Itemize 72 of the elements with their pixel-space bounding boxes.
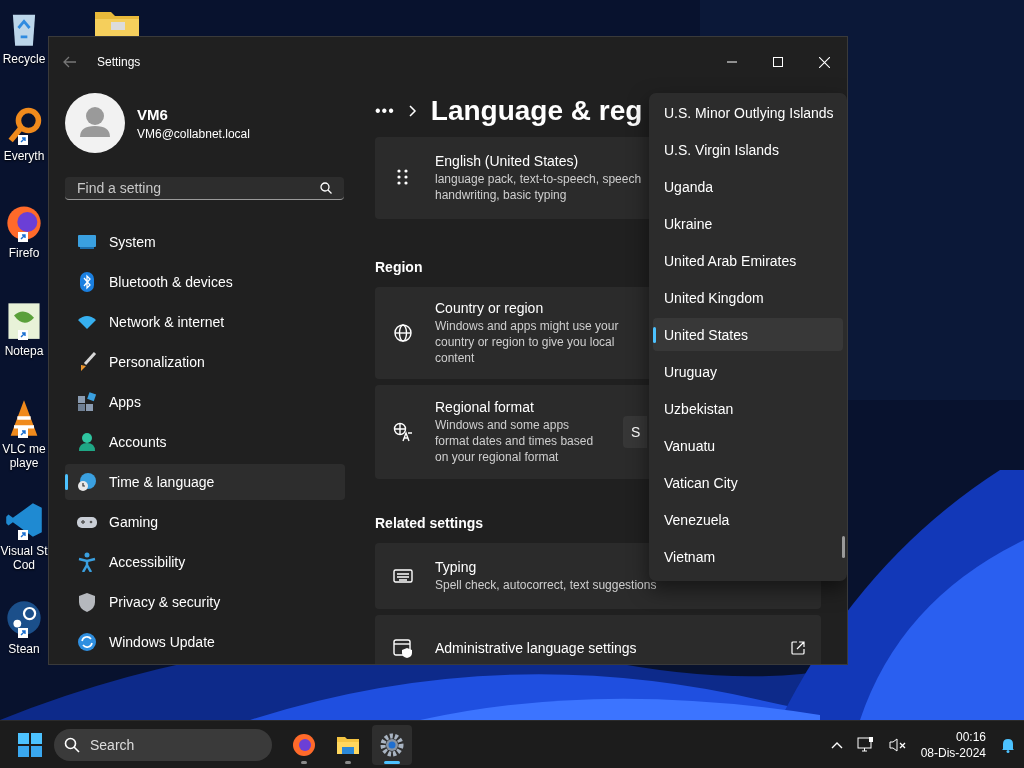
format-button[interactable]: S <box>623 416 647 448</box>
taskbar-search-box[interactable]: Search <box>54 728 272 761</box>
section-heading: Related settings <box>375 515 484 531</box>
setting-description: Windows and apps might use your country or region to give you local content <box>435 318 619 366</box>
account-name: VM6 <box>137 105 169 123</box>
account-email: VM6@collabnet.local <box>137 126 250 141</box>
apps-icon <box>77 392 97 412</box>
keyboard-icon <box>393 566 413 586</box>
nav-item[interactable]: Accessibility <box>65 544 345 580</box>
setting-description: Windows and some apps format dates and times based on your regional format <box>435 417 594 465</box>
settings-search-box[interactable]: Find a setting <box>65 177 344 200</box>
setting-title: Country or region <box>435 300 545 316</box>
search-icon <box>64 736 80 753</box>
chevron-right-icon <box>408 105 417 117</box>
desktop-icon-label[interactable]: Everyth <box>3 149 45 163</box>
setting-title: Typing <box>435 559 478 575</box>
accessibility-figure-icon <box>77 552 97 572</box>
desktop-icon-label[interactable]: Visual St Cod <box>0 544 48 572</box>
network-icon[interactable] <box>856 736 875 753</box>
chevron-up-icon[interactable] <box>830 740 843 749</box>
setting-description: Spell check, autocorrect, text suggestions <box>435 577 657 593</box>
desktop-icon-label[interactable]: Notepa <box>4 344 44 358</box>
bluetooth-icon <box>77 272 97 292</box>
nav-item[interactable]: Gaming <box>65 504 345 540</box>
muted-speaker-icon[interactable] <box>888 736 907 753</box>
gear-icon <box>380 732 404 757</box>
breadcrumb-overflow[interactable]: ••• <box>375 102 395 120</box>
shield-icon <box>77 592 97 612</box>
monitor-icon <box>77 232 97 252</box>
nav-item[interactable]: Accounts <box>65 424 345 460</box>
dropdown-option[interactable]: United States <box>653 318 843 351</box>
setting-card[interactable]: Administrative language settings <box>375 615 821 664</box>
setting-title: Regional format <box>435 399 535 415</box>
refresh-icon <box>77 632 97 652</box>
nav-item[interactable]: Bluetooth & devices <box>65 264 345 300</box>
setting-title: Administrative language settings <box>435 640 637 656</box>
nav-item[interactable]: Time & language <box>65 464 345 500</box>
search-icon <box>320 182 332 194</box>
taskbar-search-input[interactable]: Search <box>88 735 248 754</box>
clock-globe-icon <box>77 472 97 492</box>
globe-icon <box>393 323 413 343</box>
person-icon <box>77 432 97 452</box>
desktop-icon-label[interactable]: VLC me playe <box>2 442 46 470</box>
nav-item[interactable]: Personalization <box>65 344 345 380</box>
avatar <box>65 93 125 153</box>
desktop-icon-label[interactable]: Recycle <box>2 52 46 66</box>
nav-item[interactable]: Network & internet <box>65 304 345 340</box>
taskbar-app[interactable] <box>372 724 412 765</box>
language-description: language pack, text-to-speech, speech handwriting, basic typing <box>435 171 642 203</box>
firefox-icon <box>292 732 316 757</box>
close-icon <box>818 56 830 68</box>
back-arrow-icon[interactable] <box>63 56 77 68</box>
dropdown-option[interactable]: United Arab Emirates <box>653 244 843 277</box>
desktop-icon-label[interactable]: Stean <box>8 642 40 656</box>
section-heading: Region <box>375 259 423 275</box>
nav-item[interactable]: Privacy & security <box>65 584 345 620</box>
desktop-icon-label[interactable]: Firefo <box>8 246 40 260</box>
start-icon[interactable] <box>18 732 42 757</box>
nav-item[interactable]: System <box>65 224 345 260</box>
nav-item[interactable]: Apps <box>65 384 345 420</box>
clock[interactable]: 00:16 08-Dis-2024 <box>920 728 986 761</box>
admin-window-icon <box>393 638 413 658</box>
settings-search-input[interactable]: Find a setting <box>75 179 320 197</box>
window-title: Settings <box>97 55 141 69</box>
nav-item[interactable]: Windows Update <box>65 624 345 660</box>
page-title: Language & reg <box>430 95 643 127</box>
language-format-icon <box>393 422 413 442</box>
bell-icon[interactable] <box>1000 736 1016 753</box>
maximize-icon <box>773 57 783 67</box>
dropdown-option[interactable]: Venezuela <box>653 503 843 536</box>
dropdown-option[interactable]: U.S. Minor Outlying Islands <box>653 96 843 129</box>
language-name: English (United States) <box>435 153 580 169</box>
